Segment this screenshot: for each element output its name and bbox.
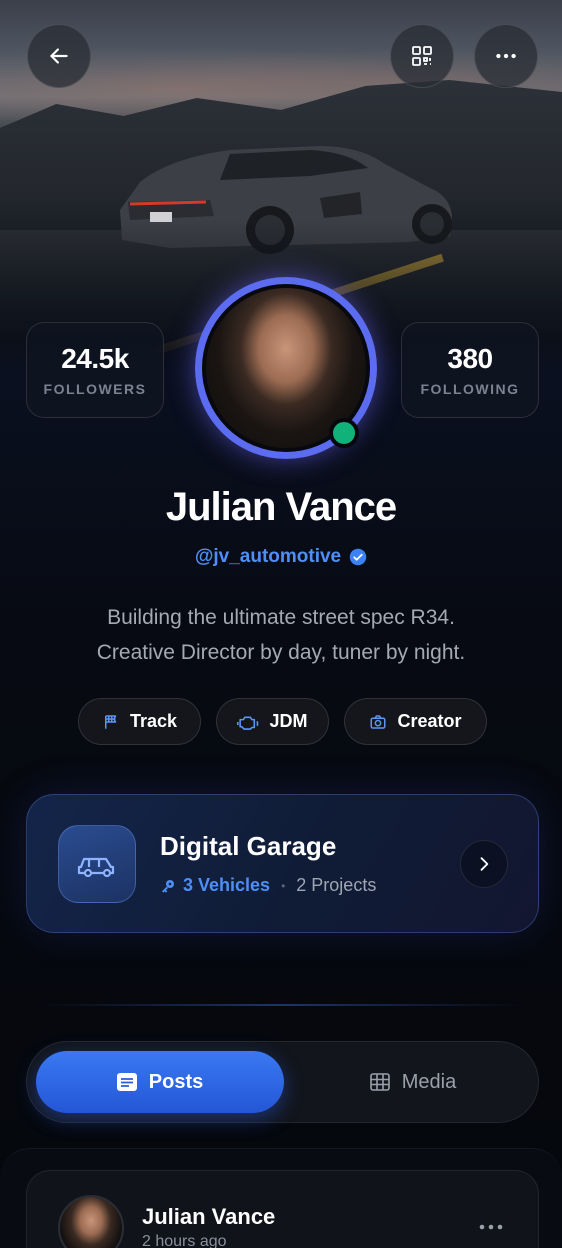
qr-code-button[interactable]: [390, 24, 454, 88]
back-button[interactable]: [27, 24, 91, 88]
garage-vehicles-count[interactable]: 3 Vehicles: [183, 875, 270, 896]
tab-label: Posts: [148, 1070, 204, 1093]
verified-badge-icon: [349, 548, 367, 566]
car-icon: [77, 857, 115, 878]
tag-track[interactable]: Track: [78, 698, 201, 745]
post-more-button[interactable]: [471, 1215, 511, 1239]
post-author-name[interactable]: Julian Vance: [142, 1204, 275, 1230]
following-stat[interactable]: 380 FOLLOWING: [401, 322, 539, 418]
profile-bio: Building the ultimate street spec R34. C…: [40, 600, 522, 670]
engine-icon: [237, 716, 259, 730]
content-tabs: Posts Media: [26, 1041, 539, 1123]
more-options-button[interactable]: [474, 24, 538, 88]
tag-label: JDM: [269, 711, 308, 731]
more-horizontal-icon: [496, 53, 516, 59]
garage-title: Digital Garage: [160, 831, 337, 861]
garage-projects-count[interactable]: 2 Projects: [296, 875, 376, 896]
arrow-left-icon: [50, 48, 68, 64]
meta-separator: •: [281, 878, 286, 893]
chevron-right-icon: [480, 857, 489, 871]
online-status-indicator: [329, 418, 359, 448]
camera-icon: [370, 714, 386, 729]
followers-label: FOLLOWERS: [43, 381, 147, 397]
garage-open-button[interactable]: [460, 840, 508, 888]
following-count: 380: [447, 343, 493, 374]
garage-meta: 3 Vehicles • 2 Projects: [160, 875, 376, 896]
followers-stat[interactable]: 24.5k FOLLOWERS: [26, 322, 164, 418]
tag-creator[interactable]: Creator: [344, 698, 487, 745]
following-label: FOLLOWING: [420, 381, 520, 397]
more-horizontal-icon: [479, 1224, 503, 1230]
handle-row: @jv_automotive: [0, 546, 562, 568]
tab-label: Media: [401, 1070, 457, 1093]
list-icon: [116, 1073, 137, 1091]
profile-handle[interactable]: @jv_automotive: [195, 546, 341, 568]
tab-media[interactable]: Media: [297, 1051, 529, 1113]
tab-posts[interactable]: Posts: [36, 1051, 284, 1113]
profile-name: Julian Vance: [165, 485, 397, 529]
section-divider: [40, 1004, 522, 1006]
key-icon: [162, 879, 174, 893]
post-author-avatar[interactable]: [58, 1195, 124, 1248]
garage-icon-tile: [58, 825, 136, 903]
bio-line-1: Building the ultimate street spec R34.: [107, 606, 455, 629]
grid-icon: [369, 1073, 390, 1091]
followers-count: 24.5k: [61, 343, 129, 374]
digital-garage-card[interactable]: Digital Garage 3 Vehicles • 2 Projects: [26, 794, 539, 933]
bio-line-2: Creative Director by day, tuner by night…: [96, 641, 466, 664]
tag-jdm[interactable]: JDM: [216, 698, 329, 745]
flag-icon: [104, 714, 117, 729]
tag-label: Creator: [397, 711, 462, 731]
post-timestamp: 2 hours ago: [142, 1233, 227, 1248]
post-card[interactable]: Julian Vance 2 hours ago: [26, 1170, 539, 1248]
tag-label: Track: [129, 711, 178, 731]
qr-code-icon: [412, 46, 432, 66]
